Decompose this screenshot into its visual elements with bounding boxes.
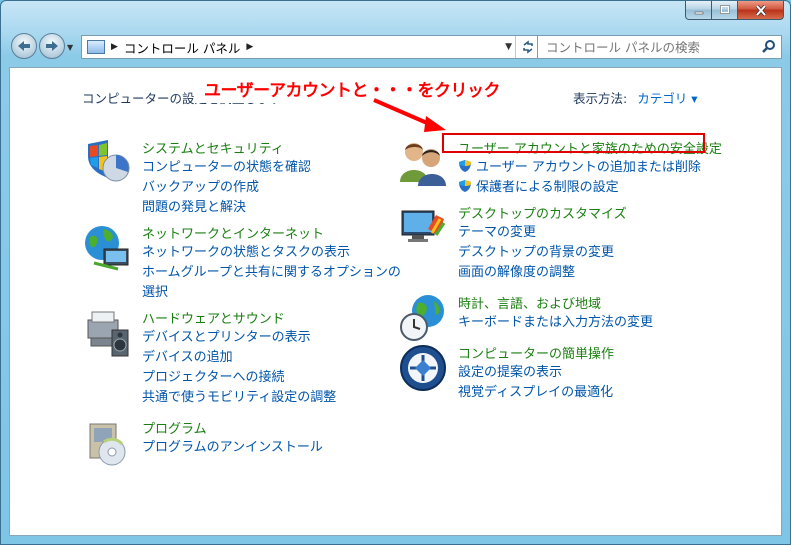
arrow-left-icon [18, 41, 30, 51]
link-parental-controls[interactable]: 保護者による制限の設定 [458, 178, 701, 198]
window-frame: ▼ ▶ コントロール パネル ▶ ▼ コンピューターの設定を調整します 表示方法… [0, 0, 791, 545]
annotation-highlight-box [442, 133, 705, 153]
uac-shield-icon [459, 160, 471, 172]
link-optimize-display[interactable]: 視覚ディスプレイの最適化 [458, 383, 613, 403]
link-adjust-resolution[interactable]: 画面の解像度の調整 [458, 263, 614, 283]
category-title[interactable]: システムとセキュリティ [142, 138, 284, 157]
uac-shield-icon [459, 180, 471, 192]
link-devices-printers[interactable]: デバイスとプリンターの表示 [142, 328, 336, 348]
annotation-arrow [373, 98, 446, 132]
category-title[interactable]: 時計、言語、および地域 [458, 293, 601, 312]
view-by-label: 表示方法: [573, 91, 628, 106]
search-icon[interactable] [761, 39, 777, 58]
recent-pages-dropdown-icon[interactable]: ▼ [67, 43, 73, 52]
link-troubleshoot[interactable]: 問題の発見と解決 [142, 198, 311, 218]
hardware-sound-icon [87, 311, 129, 357]
link-uninstall-program[interactable]: プログラムのアンインストール [142, 438, 323, 458]
system-security-icon [88, 140, 130, 182]
control-panel-icon [87, 40, 105, 54]
forward-button[interactable] [39, 33, 65, 59]
address-dropdown-icon[interactable]: ▼ [505, 42, 512, 52]
caption-buttons [685, 1, 784, 21]
link-network-status[interactable]: ネットワークの状態とタスクの表示 [142, 243, 401, 263]
link-homegroup-options[interactable]: ホームグループと共有に関するオプションの [142, 263, 401, 283]
address-bar[interactable]: ▶ コントロール パネル ▶ ▼ [81, 35, 541, 59]
maximize-button[interactable] [712, 1, 738, 20]
link-add-remove-user[interactable]: ユーザー アカウントの追加または削除 [458, 158, 701, 178]
clock-language-region-icon [400, 295, 444, 341]
view-by: 表示方法: カテゴリ ▾ [573, 88, 697, 107]
breadcrumb-control-panel[interactable]: コントロール パネル [124, 38, 240, 57]
search-input[interactable] [544, 38, 758, 56]
close-button[interactable] [738, 1, 784, 20]
category-title[interactable]: ネットワークとインターネット [142, 223, 324, 242]
back-button[interactable] [11, 33, 37, 59]
annotation-text: ユーザーアカウントと・・・をクリック [194, 74, 510, 103]
link-change-background[interactable]: デスクトップの背景の変更 [458, 243, 614, 263]
breadcrumb-chevron-icon[interactable]: ▶ [246, 42, 253, 52]
navigation-bar: ▼ ▶ コントロール パネル ▶ ▼ [9, 33, 782, 61]
category-title[interactable]: コンピューターの簡単操作 [458, 343, 614, 362]
close-icon [755, 4, 766, 16]
link-connect-projector[interactable]: プロジェクターへの接続 [142, 368, 336, 388]
link-check-status[interactable]: コンピューターの状態を確認 [142, 158, 311, 178]
link-backup[interactable]: バックアップの作成 [142, 178, 311, 198]
arrow-right-icon [46, 41, 58, 51]
link-suggested-settings[interactable]: 設定の提案の表示 [458, 363, 613, 383]
appearance-icon [401, 210, 446, 242]
ease-of-access-icon [400, 345, 446, 391]
link-change-theme[interactable]: テーマの変更 [458, 223, 614, 243]
maximize-icon [719, 5, 730, 14]
link-homegroup-options-continued[interactable]: 選択 [142, 283, 401, 303]
category-title[interactable]: デスクトップのカスタマイズ [458, 203, 627, 222]
link-keyboard-input[interactable]: キーボードまたは入力方法の変更 [458, 313, 653, 333]
category-title[interactable]: プログラム [142, 418, 207, 437]
refresh-icon [523, 40, 533, 54]
breadcrumb-separator-icon[interactable]: ▶ [111, 42, 118, 52]
search-box[interactable] [537, 35, 782, 59]
link-mobility-settings[interactable]: 共通で使うモビリティ設定の調整 [142, 388, 336, 408]
category-title[interactable]: ハードウェアとサウンド [142, 308, 285, 327]
programs-icon [89, 423, 126, 466]
minimize-icon [694, 11, 703, 15]
link-add-device[interactable]: デバイスの追加 [142, 348, 336, 368]
user-accounts-icon [400, 143, 446, 186]
minimize-button[interactable] [685, 1, 712, 20]
view-by-dropdown[interactable]: カテゴリ ▾ [637, 91, 697, 106]
network-internet-icon [85, 226, 129, 271]
